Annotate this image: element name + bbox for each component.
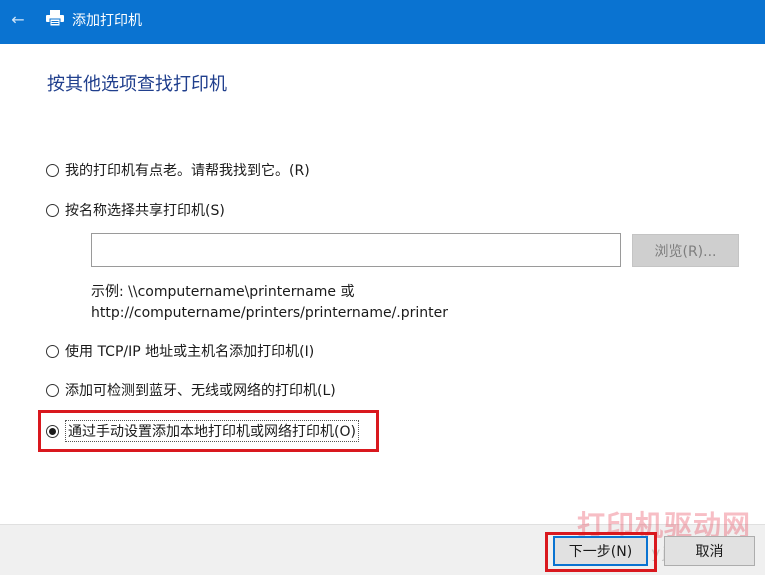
browse-button[interactable]: 浏览(R)... — [632, 234, 739, 267]
option-bluetooth-wireless-network[interactable]: 添加可检测到蓝牙、无线或网络的打印机(L) — [46, 379, 336, 401]
option-shared-printer-by-name[interactable]: 按名称选择共享打印机(S) — [46, 199, 225, 221]
back-arrow-icon[interactable]: ← — [7, 8, 29, 30]
page-heading: 按其他选项查找打印机 — [47, 74, 227, 95]
option-manual-local-network[interactable]: 通过手动设置添加本地打印机或网络打印机(O) — [46, 420, 359, 442]
option-printer-old[interactable]: 我的打印机有点老。请帮我找到它。(R) — [46, 159, 310, 181]
shared-printer-name-input[interactable] — [91, 233, 621, 267]
example-line-1: 示例: \\computername\printername 或 — [91, 284, 355, 300]
printer-icon — [46, 10, 64, 27]
radio-button[interactable] — [46, 383, 59, 397]
radio-button-selected[interactable] — [46, 424, 59, 438]
add-printer-dialog: ← 添加打印机 按其他选项查找打印机 我的打印机有点老。请帮我找到它。(R) 按… — [0, 0, 765, 575]
radio-button[interactable] — [46, 344, 59, 358]
option-label: 通过手动设置添加本地打印机或网络打印机(O) — [65, 420, 359, 442]
cancel-button[interactable]: 取消 — [664, 536, 755, 566]
title-bar: ← 添加打印机 — [0, 0, 765, 44]
option-tcp-ip[interactable]: 使用 TCP/IP 地址或主机名添加打印机(I) — [46, 340, 314, 362]
example-line-2: http://computername/printers/printername… — [91, 305, 449, 321]
option-label: 按名称选择共享打印机(S) — [65, 203, 225, 219]
option-label: 使用 TCP/IP 地址或主机名添加打印机(I) — [65, 344, 315, 360]
option-label: 添加可检测到蓝牙、无线或网络的打印机(L) — [65, 383, 336, 399]
window-title: 添加打印机 — [72, 13, 142, 29]
radio-button[interactable] — [46, 163, 59, 177]
next-button[interactable]: 下一步(N) — [553, 536, 648, 566]
radio-button[interactable] — [46, 203, 59, 217]
example-text: 示例: \\computername\printername 或 http://… — [91, 282, 448, 324]
footer-bar — [0, 524, 765, 575]
option-label: 我的打印机有点老。请帮我找到它。(R) — [65, 163, 310, 179]
